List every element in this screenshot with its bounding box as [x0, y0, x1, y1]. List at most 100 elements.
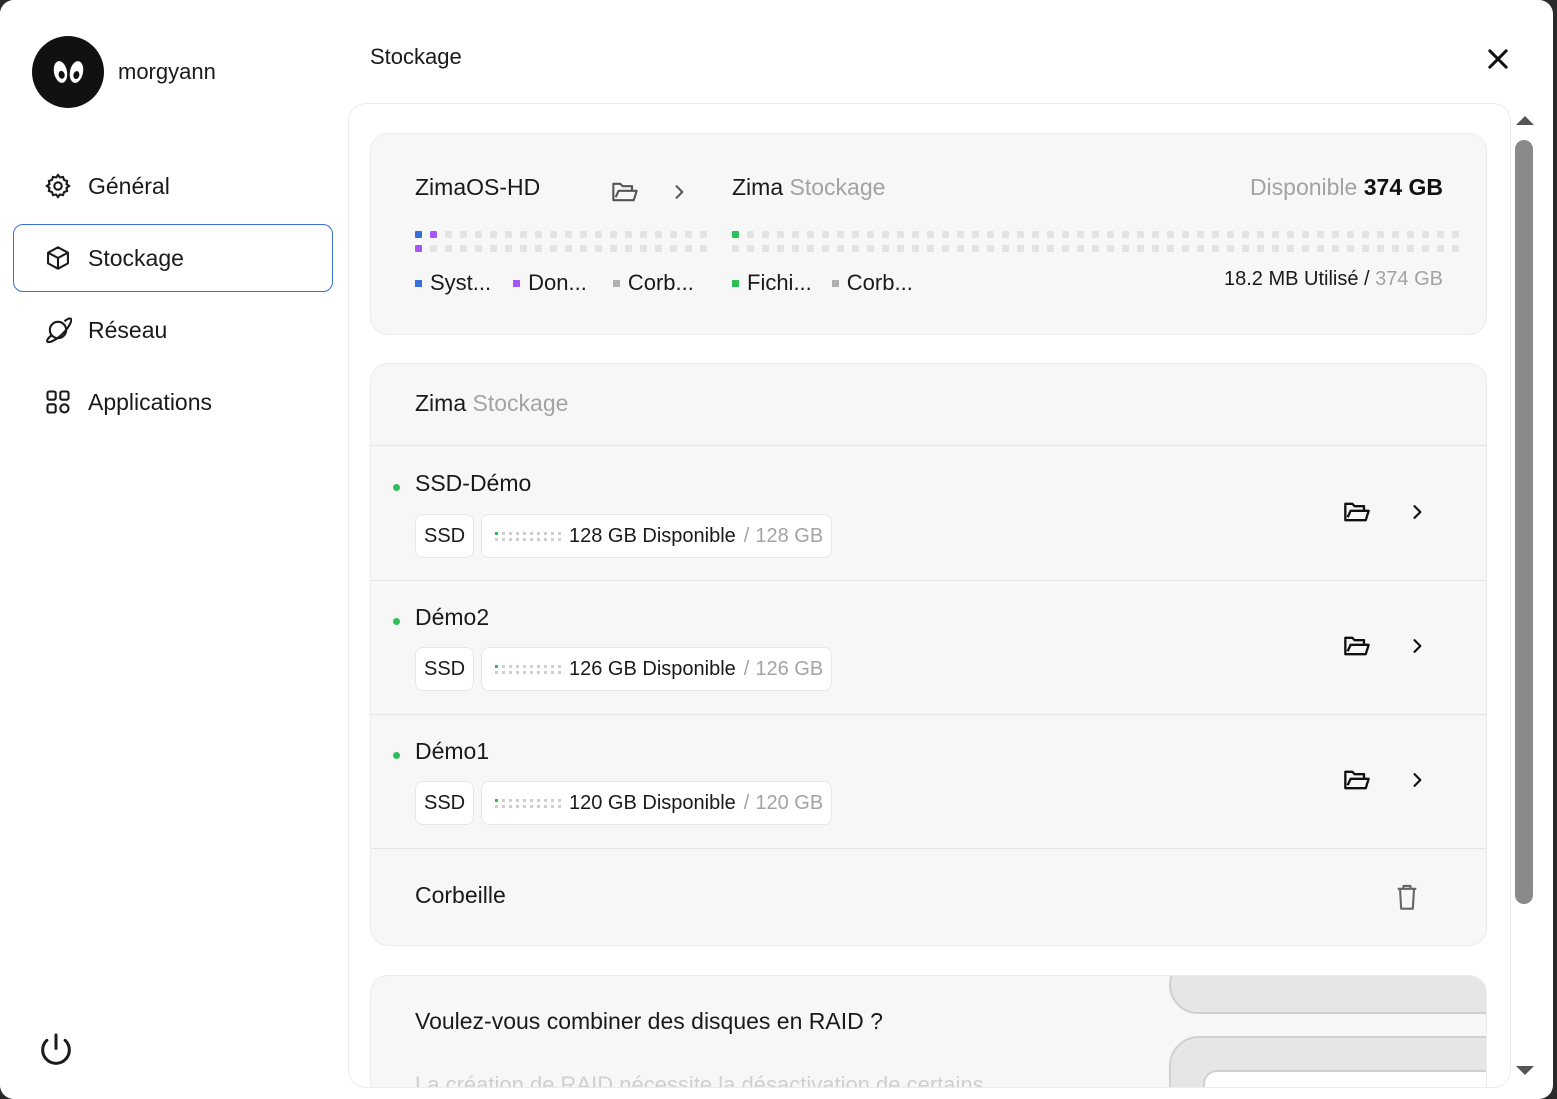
storage-title-primary: Zima: [732, 174, 784, 200]
usage-dot: [1227, 245, 1234, 252]
trash-row[interactable]: Corbeille: [371, 848, 1486, 945]
usage-dot: [551, 670, 554, 674]
folder-icon[interactable]: [1343, 500, 1371, 524]
usage-dot: [580, 245, 587, 252]
usage-dot: [558, 798, 561, 802]
storage-row[interactable]: Démo1 SSD 120 GB Disponible / 120 GB: [371, 714, 1486, 848]
legend-label-data: Don...: [528, 270, 587, 295]
usage-dot: [700, 231, 707, 238]
usage-dot: [430, 245, 437, 252]
usage-dot: [655, 245, 662, 252]
sidebar-item-storage[interactable]: Stockage: [13, 224, 333, 292]
usage-dot: [972, 245, 979, 252]
usage-dot: [544, 804, 547, 808]
usage-dot: [516, 537, 519, 541]
usage-dot: [1437, 245, 1444, 252]
storage-legend: Fichi... Corb...: [732, 270, 913, 296]
usage-dot: [1347, 245, 1354, 252]
usage-dot: [537, 670, 540, 674]
usage-dot: [502, 531, 505, 535]
chevron-right-icon[interactable]: [669, 182, 689, 202]
usage-dot: [1317, 231, 1324, 238]
folder-icon[interactable]: [1343, 768, 1371, 792]
storage-row[interactable]: Démo2 SSD 126 GB Disponible / 126 GB: [371, 580, 1486, 714]
scrollbar[interactable]: [1512, 112, 1538, 1080]
usage-dot: [558, 664, 561, 668]
usage-dot: [807, 245, 814, 252]
usage-dot: [516, 670, 519, 674]
usage-dot: [509, 798, 512, 802]
used-space: 18.2 MB Utilisé / 374 GB: [1224, 268, 1443, 291]
usage-dot: [987, 231, 994, 238]
usage-dot: [1362, 231, 1369, 238]
usage-dot: [537, 804, 540, 808]
usage-dot: [1092, 245, 1099, 252]
usage-dot: [1257, 245, 1264, 252]
storage-content: ZimaOS-HD Zima Stockage Disponible 374 G…: [348, 103, 1511, 1088]
usage-dot: [509, 664, 512, 668]
sidebar-item-applications[interactable]: Applications: [13, 368, 333, 436]
usage-dot: [1272, 231, 1279, 238]
capacity-mini-bar: [495, 798, 561, 808]
available-space: Disponible 374 GB: [1250, 174, 1443, 201]
folder-icon[interactable]: [611, 180, 639, 204]
usage-dot: [544, 664, 547, 668]
usage-dot: [640, 245, 647, 252]
usage-dot: [640, 231, 647, 238]
gear-icon: [45, 173, 71, 199]
planet-icon: [46, 317, 72, 344]
usage-dot: [852, 245, 859, 252]
usage-dot: [1392, 245, 1399, 252]
chevron-right-icon[interactable]: [1407, 636, 1427, 656]
pools-title-primary: Zima: [415, 390, 467, 416]
scrollbar-thumb[interactable]: [1515, 140, 1533, 904]
usage-dot: [523, 537, 526, 541]
usage-dot: [867, 231, 874, 238]
usage-dot: [1182, 245, 1189, 252]
usage-dot: [595, 245, 602, 252]
power-icon[interactable]: [36, 1030, 76, 1070]
usage-dot: [475, 231, 482, 238]
status-dot: [393, 752, 400, 759]
usage-dot: [520, 231, 527, 238]
scroll-up-arrow-icon[interactable]: [1516, 116, 1534, 125]
storage-row[interactable]: SSD-Démo SSD 128 GB Disponible / 128 GB: [371, 445, 1486, 580]
raid-illustration-inner: [1203, 1070, 1486, 1087]
usage-dot: [670, 245, 677, 252]
close-icon[interactable]: [1484, 45, 1512, 73]
usage-dot: [535, 231, 542, 238]
usage-dot: [520, 245, 527, 252]
folder-icon[interactable]: [1343, 634, 1371, 658]
storage-title-secondary: Stockage: [789, 174, 886, 200]
usage-dot: [490, 245, 497, 252]
capacity-available: 126 GB Disponible: [569, 657, 736, 680]
usage-dot: [516, 804, 519, 808]
disk-summary-card: ZimaOS-HD Zima Stockage Disponible 374 G…: [370, 133, 1487, 335]
usage-dot: [1422, 231, 1429, 238]
usage-dot: [1062, 245, 1069, 252]
usage-dot: [580, 231, 587, 238]
usage-dot: [544, 531, 547, 535]
usage-dot: [558, 670, 561, 674]
capacity-separator: /: [743, 791, 750, 814]
capacity-separator: /: [743, 657, 750, 680]
usage-dot: [1047, 245, 1054, 252]
usage-dot: [1107, 231, 1114, 238]
sidebar-item-network[interactable]: Réseau: [13, 296, 333, 364]
usage-dot: [530, 537, 533, 541]
trash-icon[interactable]: [1395, 883, 1419, 911]
storage-pools-card: Zima Stockage SSD-Démo SSD 128 GB Dispon…: [370, 363, 1487, 946]
chevron-right-icon[interactable]: [1407, 770, 1427, 790]
scroll-down-arrow-icon[interactable]: [1516, 1066, 1534, 1075]
chevron-right-icon[interactable]: [1407, 502, 1427, 522]
disk-name: ZimaOS-HD: [415, 174, 541, 200]
usage-dot: [625, 231, 632, 238]
usage-dot: [882, 231, 889, 238]
sidebar-item-general[interactable]: Général: [13, 152, 333, 220]
usage-dot: [1017, 245, 1024, 252]
usage-dot: [1092, 231, 1099, 238]
usage-dot: [490, 231, 497, 238]
user-profile[interactable]: morgyann: [32, 36, 216, 108]
usage-dot: [837, 231, 844, 238]
usage-dot: [792, 245, 799, 252]
